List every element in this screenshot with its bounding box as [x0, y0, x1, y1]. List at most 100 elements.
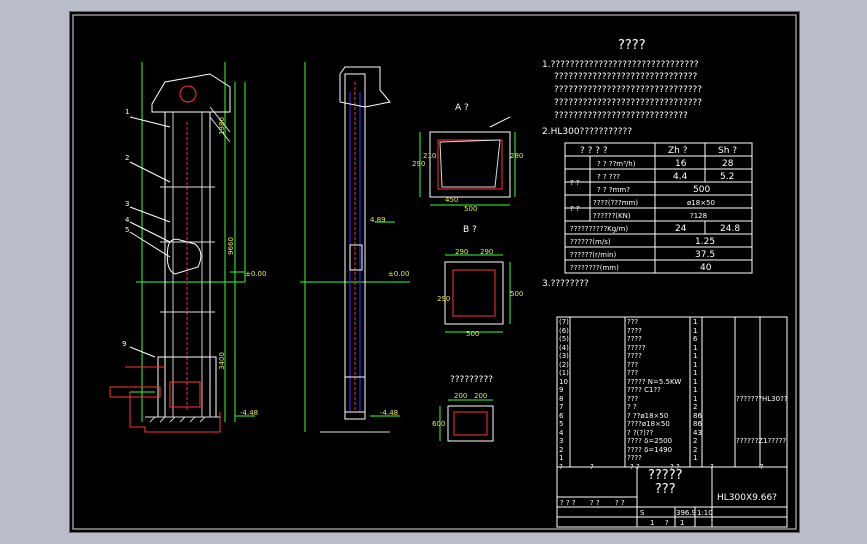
view-a-dim-290: 290	[412, 160, 426, 168]
spec-row-label: ??????(m/s)	[570, 238, 611, 246]
parts-cell-name: ????? N=5.5KW	[627, 377, 682, 386]
title-block-small-3: ? ?	[615, 499, 625, 507]
title-block-small-5: 1	[650, 519, 655, 527]
section-3-heading: 3.????????	[542, 279, 589, 289]
parts-cell-no: 3	[559, 437, 564, 445]
drawing-sheet: ???? 1.??????????????????????????????? ?…	[69, 11, 800, 533]
spec-row-group: ? ?	[570, 179, 580, 187]
level-448-left: -4.48	[240, 409, 259, 417]
parts-cell-no: (2)	[559, 360, 569, 369]
foundation-dim-2: 200	[474, 392, 488, 400]
elevator-dim-3400: 3400	[217, 352, 226, 370]
note-line-2: ??????????????????????????????	[554, 72, 698, 82]
parts-cell-qty: 1	[693, 326, 698, 335]
parts-cell-name: ????ø18×50	[627, 420, 670, 428]
spec-row-value: ?128	[690, 212, 708, 220]
spec-row-label: ? ? ??m³/h)	[597, 160, 636, 168]
view-a-dim-210: 210	[423, 152, 437, 160]
view-b-dim-4: 500	[510, 290, 524, 298]
parts-cell-no: 6	[559, 411, 564, 420]
parts-cell-no: (6)	[559, 326, 569, 335]
elevator-side-view	[300, 62, 410, 433]
callout-5: 5	[125, 226, 130, 234]
spec-row-value: 500	[693, 185, 711, 195]
parts-cell-name: ? ??ø18×50	[627, 411, 669, 420]
spec-row-value: 16	[675, 159, 687, 169]
title-block-code: HL300X9.66?	[717, 493, 777, 503]
spec-row-value: 28	[722, 159, 734, 169]
parts-cell-qty: 86	[693, 420, 702, 428]
parts-cell-name: ????	[627, 352, 642, 360]
parts-cell-no: 2	[559, 445, 564, 454]
spec-row-value: 1.25	[695, 237, 716, 247]
title-block-small-2: ? ?	[590, 499, 600, 507]
parts-cell-no: 4	[559, 428, 564, 437]
view-a-label: A ?	[455, 103, 469, 113]
title-block-scale: 1:10	[697, 509, 713, 517]
parts-header-cell: ? ?	[630, 462, 640, 471]
parts-cell-no: 5	[559, 420, 564, 428]
parts-cell-qty: 1	[693, 377, 698, 386]
view-a-dim-450: 450	[445, 196, 459, 204]
spec-header-param: ? ? ? ?	[580, 146, 608, 156]
parts-cell-no: 1	[559, 454, 564, 462]
parts-cell-name: ???? δ=2500	[627, 437, 673, 445]
foundation-dim-3: 600	[432, 420, 446, 428]
foundation-label: ?????????	[450, 375, 493, 385]
parts-cell-qty: 1	[693, 386, 698, 394]
spec-row-group: ? ?	[570, 205, 580, 213]
parts-cell-no: (4)	[559, 343, 569, 352]
parts-header-cell: ?	[760, 462, 764, 471]
section-2-heading: 2.HL300???????????	[542, 127, 633, 137]
spec-header-sh: Sh ?	[718, 146, 738, 156]
parts-cell-name: ????	[627, 454, 642, 462]
parts-cell-name: ????	[627, 326, 642, 335]
elevator-dim-9660: 9660	[226, 237, 235, 255]
title-block-weight: 396.9	[676, 509, 697, 517]
level-489: 4.89	[370, 216, 386, 224]
spec-row-value: 40	[700, 263, 712, 273]
note-line-3: ???????????????????????????????	[554, 85, 703, 95]
spec-row-value: 24.8	[720, 224, 741, 234]
parts-cell-no: 10	[559, 377, 568, 386]
parts-cell-name: ???? δ=1490	[627, 445, 673, 454]
parts-header-cell: ?	[559, 462, 563, 471]
title-block-small-7: 1	[680, 519, 685, 527]
view-b-dim-5: 500	[466, 330, 480, 338]
title-block-name: ????? ???	[648, 468, 683, 497]
parts-cell-no: (3)	[559, 352, 569, 360]
callout-9: 9	[122, 340, 127, 348]
parts-cell-qty: 1	[693, 343, 698, 352]
parts-cell-qty: 1	[693, 394, 698, 403]
level-000-right: ±0.00	[388, 270, 410, 278]
note-line-4: ???????????????????????????????	[554, 98, 703, 108]
spec-row-value: 5.2	[720, 172, 735, 182]
title-block-small-1: ? ? ?	[560, 499, 576, 507]
parts-cell-no: (7)	[559, 318, 569, 326]
parts-cell-name: ???? C1??	[627, 386, 661, 394]
parts-cell-name: ? ?	[627, 403, 637, 411]
foundation-drawing	[439, 399, 494, 442]
spec-row-value: 37.5	[695, 250, 716, 260]
parts-cell-qty: 6	[693, 335, 698, 343]
spec-row-label: ??????(r/min)	[570, 251, 617, 259]
view-b-label: B ?	[463, 225, 477, 235]
parts-cell-qty: 1	[693, 318, 698, 326]
drawing-title: ????	[618, 38, 646, 53]
parts-cell-qty: 86	[693, 411, 702, 420]
spec-row-label: ????(???mm)	[593, 199, 639, 207]
parts-cell-no: 7	[559, 403, 564, 411]
parts-cell-qty: 2	[693, 445, 698, 454]
level-000-left: ±0.00	[245, 270, 267, 278]
view-a-dim-280: 280	[510, 152, 524, 160]
parts-cell-qty: 2	[693, 403, 698, 411]
view-a-dim-500: 500	[464, 205, 478, 213]
parts-cell-qty: 1	[693, 454, 698, 462]
spec-row-label: ? ? ???	[597, 173, 621, 181]
parts-cell-qty: 1	[693, 369, 698, 377]
spec-row-label: ? ? ?mm?	[597, 186, 630, 194]
parts-cell-no: (1)	[559, 369, 569, 377]
parts-cell-qty: 1	[693, 352, 698, 360]
spec-row-value: 4.4	[673, 172, 688, 182]
parts-cell-name: ?????	[627, 343, 646, 352]
